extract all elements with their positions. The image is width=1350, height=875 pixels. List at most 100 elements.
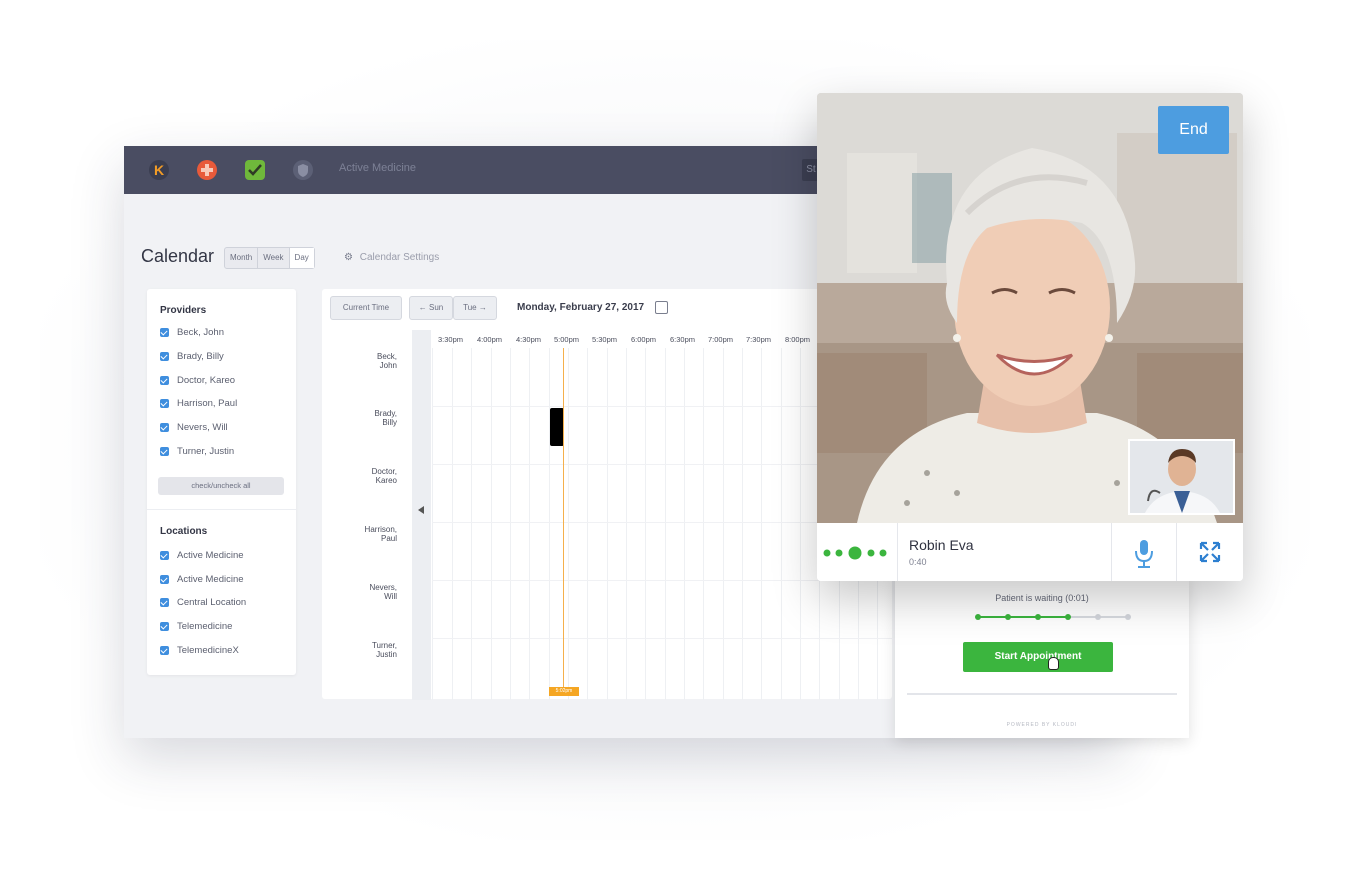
checklist-icon[interactable]: [245, 160, 265, 180]
doctor-video-illustration: [1130, 441, 1233, 513]
appointment-block[interactable]: [550, 408, 564, 446]
grid-line: [723, 348, 724, 700]
view-day-button[interactable]: Day: [289, 248, 314, 268]
location-checkbox[interactable]: Telemedicine: [160, 621, 232, 632]
progress-done-line: [978, 616, 1068, 618]
end-call-button[interactable]: End: [1158, 106, 1229, 154]
time-label: 6:00pm: [631, 335, 657, 344]
current-time-tag: 5:02pm: [549, 687, 579, 696]
providers-heading: Providers: [160, 305, 207, 316]
grid-line: [781, 348, 782, 700]
row-provider-label: Doctor, Kareo: [371, 467, 397, 485]
checkbox-checked-icon: [160, 646, 169, 655]
grid-line: [607, 348, 608, 700]
fullscreen-button[interactable]: [1177, 523, 1243, 581]
row-provider-label: Turner, Justin: [371, 641, 397, 659]
progress-step-done: [1065, 614, 1071, 620]
row-provider-label: Nevers, Will: [369, 583, 397, 601]
current-date: Monday, February 27, 2017: [517, 302, 645, 313]
checkbox-checked-icon: [160, 352, 169, 361]
waiting-content: Patient is waiting (0:01) Start Appointm…: [907, 575, 1177, 695]
location-checkbox[interactable]: TelemedicineX: [160, 645, 239, 656]
grid-line: [491, 348, 492, 700]
waiting-status: Patient is waiting (0:01): [995, 593, 1089, 603]
location-checkbox[interactable]: Active Medicine: [160, 550, 244, 561]
time-label: 5:00pm: [554, 335, 580, 344]
checkbox-checked-icon: [160, 622, 169, 631]
mute-microphone-button[interactable]: [1112, 523, 1177, 581]
grid-line: [684, 348, 685, 700]
location-checkbox[interactable]: Active Medicine: [160, 574, 244, 585]
provider-checkbox[interactable]: Beck, John: [160, 327, 224, 338]
progress-step-done: [975, 614, 981, 620]
time-label: 5:30pm: [592, 335, 618, 344]
calendar-icon[interactable]: [655, 301, 668, 314]
grid-line: [510, 348, 511, 700]
grid-line: [529, 348, 530, 700]
checkbox-checked-icon: [160, 447, 169, 456]
row-provider-label: Brady, Billy: [374, 409, 397, 427]
checkbox-checked-icon: [160, 551, 169, 560]
grid-line: [665, 348, 666, 700]
patient-video: End: [817, 93, 1243, 523]
calendar-settings-link[interactable]: ⚙ Calendar Settings: [344, 252, 439, 263]
time-label: 4:00pm: [477, 335, 503, 344]
collapse-gutter[interactable]: [412, 330, 431, 700]
collapse-arrow-icon[interactable]: [418, 506, 424, 514]
signal-strength-icon: [817, 523, 898, 581]
grid-line: [587, 348, 588, 700]
time-label: 8:00pm: [785, 335, 811, 344]
provider-checkbox[interactable]: Turner, Justin: [160, 446, 234, 457]
grid-line: [432, 348, 433, 700]
view-week-button[interactable]: Week: [258, 248, 290, 268]
app-logo-icon[interactable]: K: [149, 160, 169, 180]
powered-by: POWERED BY KLOUDI: [1006, 722, 1078, 728]
grid-line: [703, 348, 704, 700]
call-timer: 0:40: [909, 557, 927, 567]
location-checkbox[interactable]: Central Location: [160, 597, 246, 608]
grid-line: [742, 348, 743, 700]
page-title: Calendar: [141, 246, 215, 266]
checkbox-checked-icon: [160, 575, 169, 584]
checkbox-checked-icon: [160, 376, 169, 385]
start-appointment-button[interactable]: Start Appointment: [963, 642, 1113, 672]
call-controls-bar: Robin Eva 0:40: [817, 523, 1243, 581]
caller-info: Robin Eva 0:40: [898, 523, 1112, 581]
time-label: 7:30pm: [746, 335, 772, 344]
progress-step-pending: [1095, 614, 1101, 620]
expand-icon: [1199, 541, 1221, 563]
prev-day-button[interactable]: ← Sun: [409, 296, 453, 320]
practice-name: Active Medicine: [339, 162, 417, 174]
divider: [147, 509, 296, 510]
grid-line: [568, 348, 569, 700]
current-time-line: [563, 348, 564, 690]
doctor-self-view[interactable]: [1128, 439, 1235, 515]
grid-line: [452, 348, 453, 700]
provider-checkbox[interactable]: Harrison, Paul: [160, 398, 237, 409]
time-label: 6:30pm: [670, 335, 696, 344]
shield-icon[interactable]: [293, 160, 313, 180]
calendar-settings-label: Calendar Settings: [359, 252, 440, 263]
grid-line: [645, 348, 646, 700]
microphone-icon: [1135, 540, 1153, 568]
provider-checkbox[interactable]: Brady, Billy: [160, 351, 224, 362]
caller-name: Robin Eva: [909, 537, 974, 553]
next-day-button[interactable]: Tue →: [453, 296, 497, 320]
check-all-button[interactable]: check/uncheck all: [158, 477, 284, 495]
checkbox-checked-icon: [160, 328, 169, 337]
video-call-panel: End Robin Eva 0:40: [817, 93, 1243, 581]
row-provider-label: Beck, John: [376, 352, 397, 370]
checkbox-checked-icon: [160, 423, 169, 432]
time-label: 7:00pm: [708, 335, 734, 344]
time-label: 3:30pm: [438, 335, 464, 344]
row-divider: [432, 638, 892, 639]
progress-step-done: [1035, 614, 1041, 620]
grid-line: [761, 348, 762, 700]
checkbox-checked-icon: [160, 399, 169, 408]
view-switcher: Month Week Day: [224, 247, 315, 269]
provider-checkbox[interactable]: Doctor, Kareo: [160, 375, 235, 386]
current-time-button[interactable]: Current Time: [330, 296, 402, 320]
provider-checkbox[interactable]: Nevers, Will: [160, 422, 228, 433]
view-month-button[interactable]: Month: [225, 248, 259, 268]
medical-icon[interactable]: [197, 160, 217, 180]
